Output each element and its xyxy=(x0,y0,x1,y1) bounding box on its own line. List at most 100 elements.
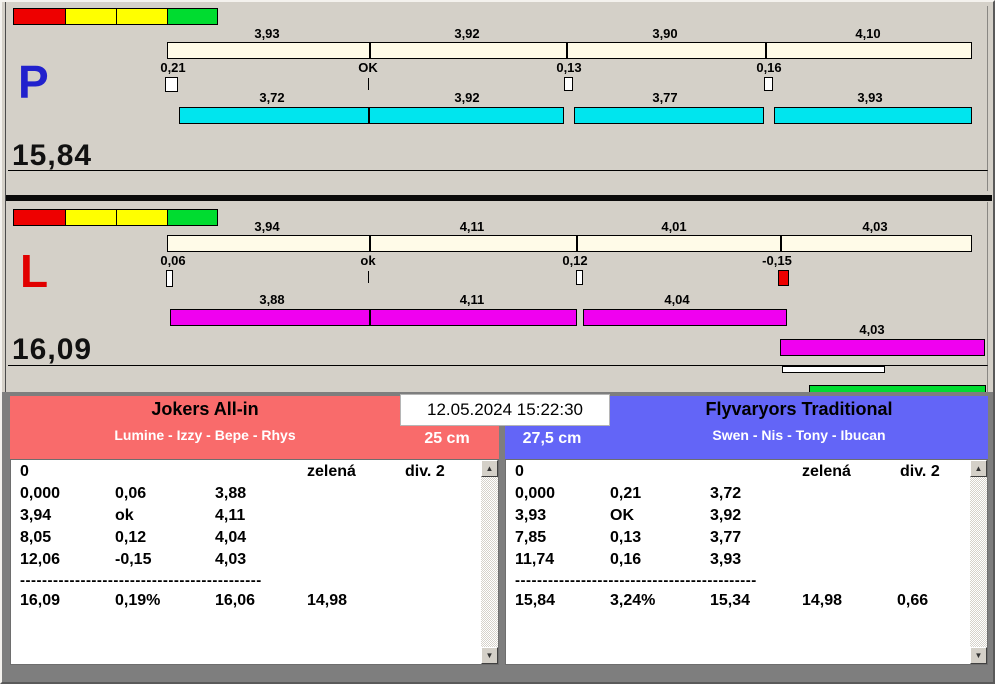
deviation-marker-alert xyxy=(778,270,789,286)
progress-white-bar xyxy=(782,366,885,373)
team-left-players: Lumine - Izzy - Bepe - Rhys xyxy=(114,427,296,443)
list-cell: 0 xyxy=(20,463,29,480)
list-total-cell: 0,66 xyxy=(897,592,929,609)
lane-p-actual-label: 3,93 xyxy=(857,90,883,105)
list-cell: -0,15 xyxy=(115,551,152,568)
arrow-up-icon: ▲ xyxy=(974,464,983,473)
lane-l-deviation-label: ok xyxy=(360,253,376,268)
lane-p-planned-label: 4,10 xyxy=(855,26,881,41)
lane-p-deviation-label: 0,13 xyxy=(556,60,582,75)
team-left-listbox[interactable] xyxy=(10,459,499,665)
list-cell: 3,72 xyxy=(710,485,742,502)
app-window: P 15,84 3,93 3,92 3,90 4,10 0,21 OK 0,13… xyxy=(0,0,995,684)
lane-p-planned-label: 3,90 xyxy=(652,26,678,41)
list-cell-division: div. 2 xyxy=(405,463,445,480)
lane-l-planned-label: 3,94 xyxy=(254,219,280,234)
scroll-down-button[interactable]: ▼ xyxy=(970,647,987,664)
team-right-scrollbar[interactable]: ▲ ▼ xyxy=(970,460,987,664)
team-left-scrollbar[interactable]: ▲ ▼ xyxy=(481,460,498,664)
list-total-cell: 15,84 xyxy=(515,592,556,609)
list-separator: ----------------------------------------… xyxy=(20,572,262,589)
team-left-titles: Jokers All-in Lumine - Izzy - Bepe - Rhy… xyxy=(10,399,400,443)
lane-l-deviation-label: 0,12 xyxy=(562,253,588,268)
lane-p-deviation-label: 0,21 xyxy=(160,60,186,75)
list-cell: 0,000 xyxy=(20,485,61,502)
deviation-marker xyxy=(576,270,583,285)
lane-p-underline xyxy=(8,170,988,171)
list-cell: OK xyxy=(610,507,634,524)
lane-p-actual-bar xyxy=(774,107,972,124)
team-right-name: Flyvaryors Traditional xyxy=(705,399,893,419)
colorbar-yellow-segment xyxy=(65,8,117,25)
lane-l-actual-bar xyxy=(583,309,787,326)
colorbar-green-segment xyxy=(167,8,218,25)
lane-l-planned-label: 4,01 xyxy=(661,219,687,234)
lane-l-pending-bar xyxy=(780,339,985,356)
list-cell: 0,13 xyxy=(610,529,642,546)
lane-l-deviation-label: 0,06 xyxy=(160,253,186,268)
lane-l-actual-label: 4,04 xyxy=(664,292,690,307)
colorbar-red-segment xyxy=(13,8,66,25)
ok-tick-mark xyxy=(368,271,369,283)
list-cell: 0,06 xyxy=(115,485,147,502)
bar-tick xyxy=(368,107,370,124)
list-separator: ----------------------------------------… xyxy=(515,572,757,589)
deviation-marker xyxy=(764,77,773,91)
bar-tick xyxy=(780,235,782,252)
team-right-listbox[interactable] xyxy=(505,459,988,665)
lane-p-planned-label: 3,93 xyxy=(254,26,280,41)
lane-p-letter: P xyxy=(18,56,49,108)
list-total-cell: 14,98 xyxy=(802,592,843,609)
lane-p-planned-bar xyxy=(167,42,972,59)
lane-p-actual-label: 3,77 xyxy=(652,90,678,105)
list-cell-division: div. 2 xyxy=(900,463,940,480)
list-cell: 3,77 xyxy=(710,529,742,546)
colorbar-yellow-segment xyxy=(65,209,117,226)
lane-p-planned-label: 3,92 xyxy=(454,26,480,41)
list-cell: 0,12 xyxy=(115,529,147,546)
list-cell: 0,21 xyxy=(610,485,642,502)
scroll-up-button[interactable]: ▲ xyxy=(970,460,987,477)
team-right-titles: Flyvaryors Traditional Swen - Nis - Tony… xyxy=(610,399,988,443)
deviation-marker xyxy=(166,270,173,287)
arrow-down-icon: ▼ xyxy=(974,651,983,660)
list-cell: 0,16 xyxy=(610,551,642,568)
bar-tick xyxy=(369,42,371,59)
arrow-down-icon: ▼ xyxy=(485,651,494,660)
colorbar-yellow-segment xyxy=(116,209,168,226)
list-cell: 7,85 xyxy=(515,529,547,546)
lane-l-letter: L xyxy=(20,245,49,297)
scroll-up-button[interactable]: ▲ xyxy=(481,460,498,477)
list-total-cell: 14,98 xyxy=(307,592,348,609)
list-cell: 3,92 xyxy=(710,507,742,524)
arrow-up-icon: ▲ xyxy=(485,464,494,473)
lane-l-total: 16,09 xyxy=(12,333,93,366)
colorbar-yellow-segment xyxy=(116,8,168,25)
list-cell: 0 xyxy=(515,463,524,480)
scroll-down-button[interactable]: ▼ xyxy=(481,647,498,664)
lane-l-planned-label: 4,11 xyxy=(459,219,485,234)
lane-l-actual-label: 4,11 xyxy=(459,292,485,307)
list-cell: 4,04 xyxy=(215,529,247,546)
list-cell: 3,94 xyxy=(20,507,52,524)
lane-p-deviation-label: OK xyxy=(358,60,378,75)
team-right-players: Swen - Nis - Tony - Ibucan xyxy=(712,427,886,443)
lane-p-actual-label: 3,72 xyxy=(259,90,285,105)
bar-tick xyxy=(566,42,568,59)
bar-tick xyxy=(369,309,371,326)
lane-l-actual-bar xyxy=(170,309,577,326)
lane-p-total: 15,84 xyxy=(12,139,93,172)
team-left-name: Jokers All-in xyxy=(151,399,259,419)
lane-p-actual-bar xyxy=(574,107,764,124)
list-cell-color: zelená xyxy=(802,463,851,480)
lane-p-actual-label: 3,92 xyxy=(454,90,480,105)
list-cell: 4,03 xyxy=(215,551,247,568)
lane-l-status-colorbar xyxy=(13,209,218,226)
deviation-marker xyxy=(165,77,178,92)
list-cell: 3,93 xyxy=(515,507,547,524)
list-cell: 0,000 xyxy=(515,485,556,502)
lane-l-planned-bar xyxy=(167,235,972,252)
lane-p-right-border xyxy=(987,6,988,191)
list-cell: ok xyxy=(115,507,134,524)
list-cell: 8,05 xyxy=(20,529,52,546)
